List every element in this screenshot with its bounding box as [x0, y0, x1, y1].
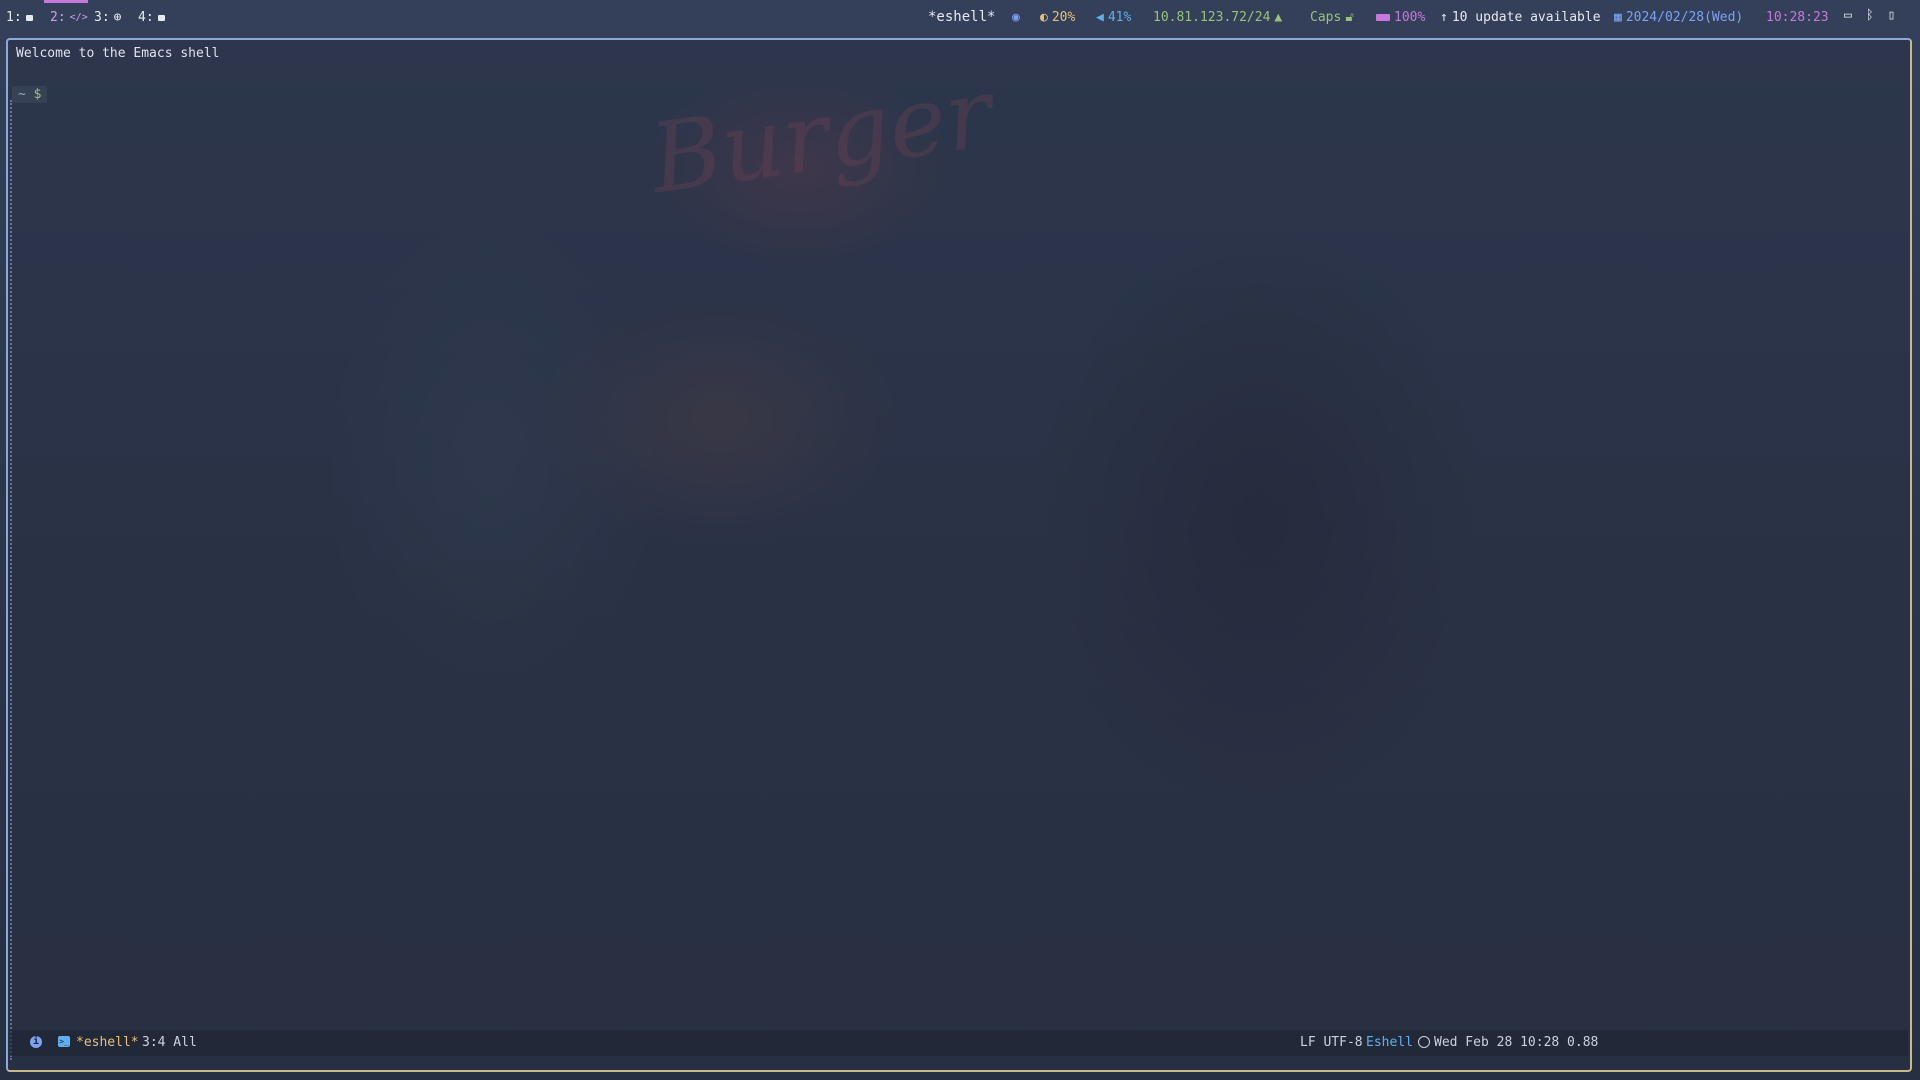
major-mode[interactable]: Eshell	[1366, 1035, 1413, 1050]
power-icon[interactable]: ▯	[1888, 8, 1896, 23]
buffer-name[interactable]: *eshell*	[76, 1035, 139, 1050]
left-fringe	[10, 100, 14, 1060]
battery-value: 100%	[1394, 10, 1426, 25]
network-indicator[interactable]: 10.81.123.72/24 ▲	[1153, 10, 1282, 25]
focused-window-title: *eshell*	[928, 9, 996, 25]
workspace-label: 4:	[138, 10, 154, 25]
caps-lock-indicator: Caps 🔓︎	[1310, 10, 1354, 25]
prompt-symbol: $	[33, 87, 42, 102]
workspace-4[interactable]: 4:	[138, 10, 165, 25]
workspace-3[interactable]: 3: ⊕	[94, 10, 121, 25]
clock-indicator[interactable]: 10:28:23	[1766, 10, 1829, 25]
ethernet-icon: ▲	[1274, 10, 1283, 25]
active-workspace-indicator	[44, 0, 88, 3]
globe-icon: ⊕	[113, 10, 122, 25]
brightness-value: 20%	[1051, 10, 1076, 25]
mode-line: i >_ *eshell* 3:4 All LF UTF-8 Eshell We…	[10, 1030, 1908, 1056]
bluetooth-icon[interactable]: ᛒ	[1866, 8, 1874, 23]
calendar-icon: ▦	[1614, 10, 1622, 25]
volume-indicator[interactable]: ◀ 41%	[1096, 10, 1131, 25]
code-icon: </>	[69, 12, 88, 23]
speaker-icon: ◀	[1096, 10, 1104, 25]
encoding-indicator[interactable]: LF UTF-8	[1300, 1035, 1363, 1050]
info-icon[interactable]: i	[30, 1036, 42, 1048]
terminal-icon: >_	[58, 1036, 70, 1047]
battery-indicator[interactable]: 100%	[1376, 10, 1425, 25]
workspace-label: 3:	[94, 10, 110, 25]
volume-value: 41%	[1107, 10, 1132, 25]
window-icon	[157, 14, 165, 21]
eye-icon: ◉	[1012, 10, 1020, 25]
system-tray: ▭ ᛒ ▯	[1844, 8, 1895, 23]
updates-text: 10 update available	[1451, 10, 1601, 25]
cursor-position: 3:4 All	[142, 1035, 197, 1050]
updates-indicator[interactable]: ↑ 10 update available	[1440, 10, 1601, 25]
unlock-icon: 🔓︎	[1345, 10, 1354, 25]
prompt-directory: ~	[18, 87, 26, 102]
date-indicator[interactable]: ▦ 2024/02/28(Wed)	[1614, 10, 1743, 25]
date-text: 2024/02/28(Wed)	[1625, 10, 1744, 25]
time-text: 10:28:23	[1766, 10, 1829, 25]
network-address: 10.81.123.72/24	[1153, 10, 1271, 25]
eshell-welcome-message: Welcome to the Emacs shell	[16, 46, 220, 61]
display-icon[interactable]: ▭	[1844, 8, 1852, 23]
emacs-frame[interactable]: Welcome to the Emacs shell ~ $ i >_ *esh…	[6, 38, 1912, 1072]
caps-label: Caps	[1310, 10, 1342, 25]
clock-icon	[1418, 1036, 1430, 1048]
workspace-label: 1:	[6, 10, 22, 25]
modeline-datetime: Wed Feb 28 10:28 0.88	[1434, 1035, 1599, 1050]
brightness-indicator[interactable]: ◐ 20%	[1040, 10, 1075, 25]
idle-inhibitor[interactable]: ◉	[1012, 10, 1020, 25]
top-status-bar: 1: 2: </> 3: ⊕ 4: *eshell* ◉ ◐ 20% ◀ 41%…	[0, 0, 1920, 34]
workspace-label: 2:	[50, 10, 66, 25]
workspace-1[interactable]: 1:	[6, 10, 33, 25]
arrow-up-icon: ↑	[1440, 10, 1448, 25]
window-icon	[25, 14, 33, 21]
workspace-2[interactable]: 2: </>	[50, 10, 88, 25]
eshell-prompt[interactable]: ~ $	[12, 86, 48, 103]
battery-icon	[1376, 14, 1390, 21]
brightness-icon: ◐	[1040, 10, 1048, 25]
